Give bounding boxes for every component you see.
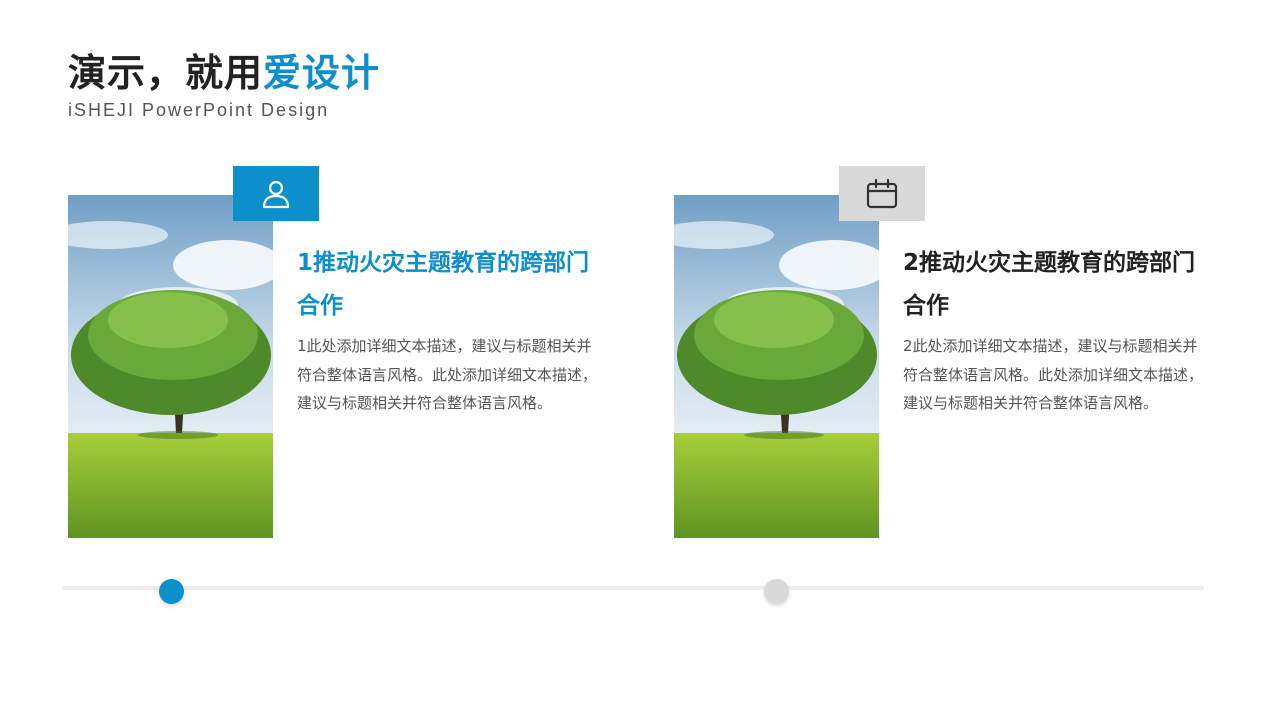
title-main: 演示，就用 bbox=[68, 51, 264, 95]
card-title: 2推动火灾主题教育的跨部门合作 bbox=[903, 250, 1196, 319]
card-2: 2推动火灾主题教育的跨部门合作 2此处添加详细文本描述，建议与标题相关并符合整体… bbox=[674, 166, 1214, 538]
slide-header: 演示，就用爱设计 iSHEJI PowerPoint Design bbox=[68, 48, 380, 121]
card-1: 1推动火灾主题教育的跨部门合作 1此处添加详细文本描述，建议与标题相关并符合整体… bbox=[68, 166, 608, 538]
slide-subtitle: iSHEJI PowerPoint Design bbox=[68, 100, 330, 120]
slide-title: 演示，就用爱设计 bbox=[68, 48, 380, 98]
card-title: 1推动火灾主题教育的跨部门合作 bbox=[297, 250, 590, 319]
icon-box-calendar bbox=[839, 166, 925, 221]
tree-photo bbox=[68, 195, 273, 538]
timeline-track bbox=[62, 586, 1204, 590]
card-description: 1此处添加详细文本描述，建议与标题相关并符合整体语言风格。此处添加详细文本描述，… bbox=[297, 337, 598, 412]
calendar-icon bbox=[866, 178, 898, 208]
tree-photo bbox=[674, 195, 879, 538]
title-accent: 爱设计 bbox=[263, 51, 381, 95]
timeline-dot-2[interactable] bbox=[764, 579, 789, 604]
card-description: 2此处添加详细文本描述，建议与标题相关并符合整体语言风格。此处添加详细文本描述，… bbox=[903, 337, 1204, 412]
icon-box-user bbox=[233, 166, 319, 221]
timeline-dot-1[interactable] bbox=[159, 579, 184, 604]
user-icon bbox=[262, 180, 290, 208]
